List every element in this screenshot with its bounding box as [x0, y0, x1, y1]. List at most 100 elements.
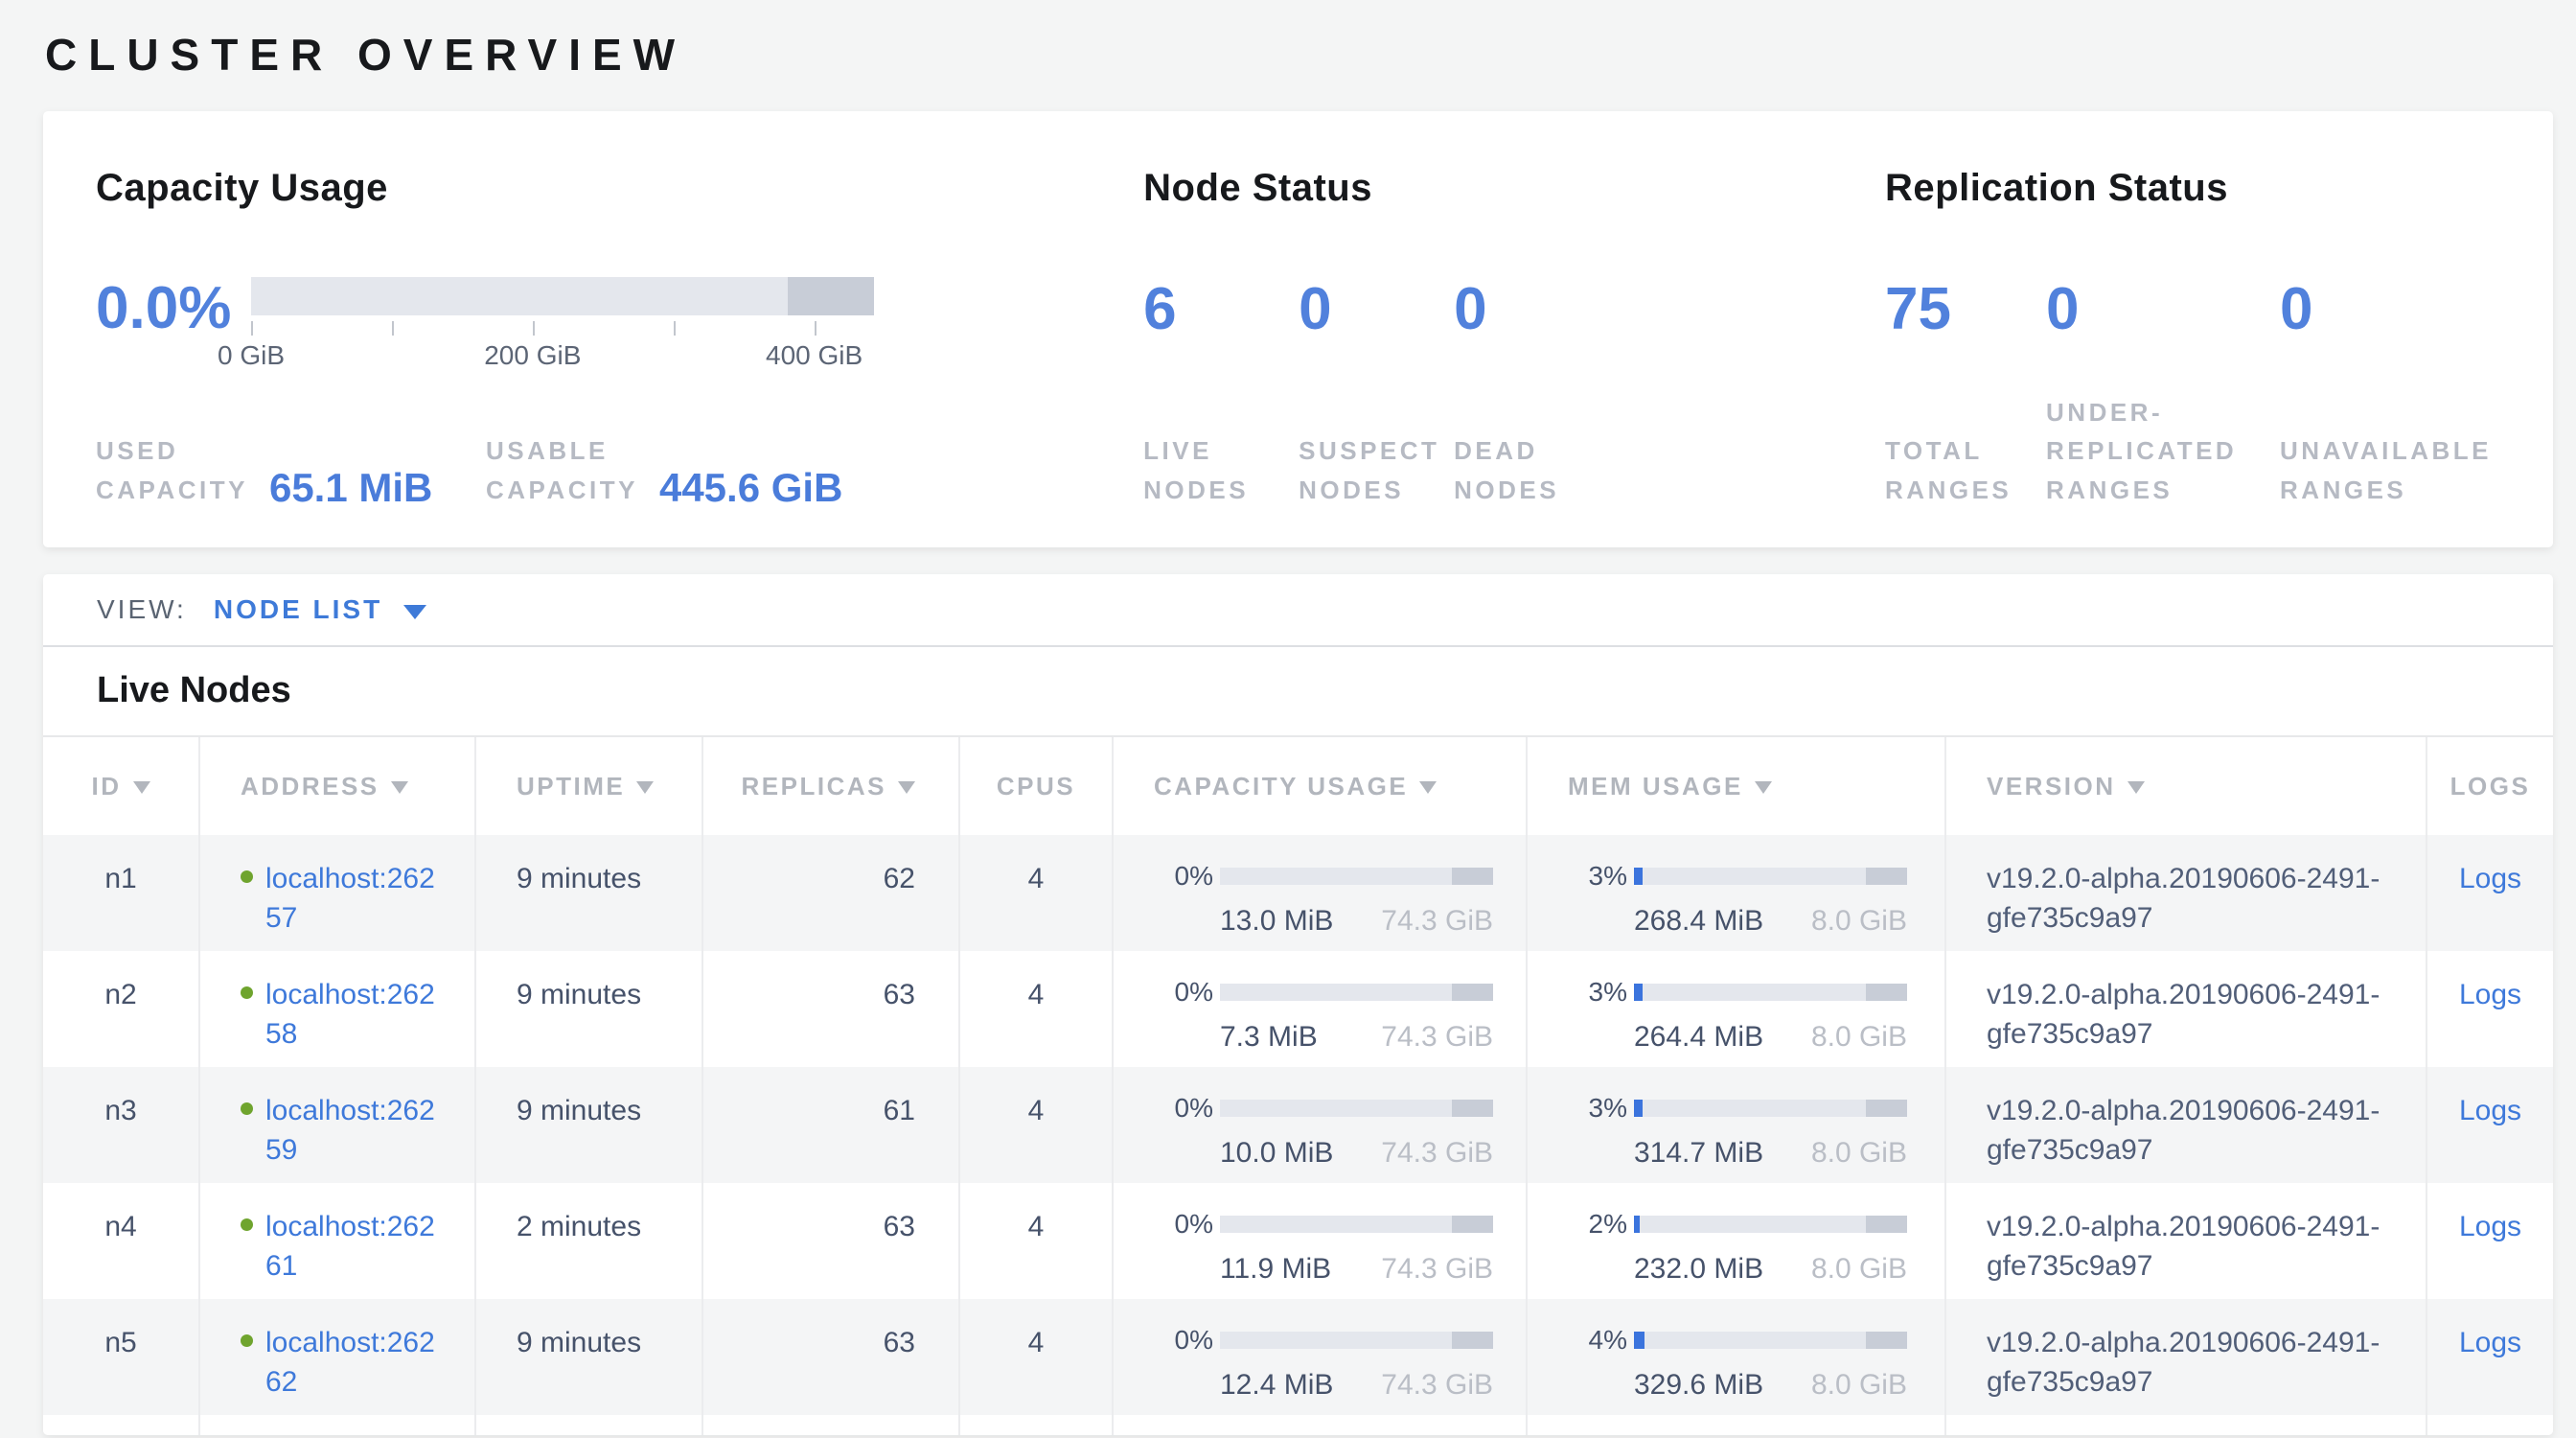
- node-id-cell: n2: [43, 951, 200, 1067]
- node-address-link[interactable]: localhost:26261: [265, 1208, 443, 1286]
- axis-tick: [251, 321, 253, 336]
- view-toolbar: VIEW: NODE LIST: [43, 574, 2553, 647]
- version-cell: v19.2.0-alpha.20190606-2491-gfe735c9a97: [1946, 1183, 2427, 1299]
- capacity-axis-labels: 0 GiB 200 GiB 400 GiB: [251, 340, 874, 371]
- logs-link[interactable]: Logs: [2459, 979, 2521, 1010]
- column-header-cpus: CPUS: [960, 737, 1114, 835]
- uptime-cell: 9 minutes: [476, 951, 703, 1067]
- table-header-row: ID ADDRESS UPTIME REPLICAS CPUS CAPACITY…: [43, 735, 2553, 835]
- column-header-uptime[interactable]: UPTIME: [476, 737, 703, 835]
- capacity-usage-cell: 0% 7.3 MiB 74.3 GiB: [1114, 951, 1528, 1067]
- view-label: VIEW:: [97, 594, 187, 625]
- mem-bar-endcap: [1866, 1216, 1907, 1233]
- node-address-link[interactable]: localhost:26262: [265, 1324, 443, 1402]
- capacity-percent-label: 0%: [1154, 858, 1213, 894]
- table-row-partial: [43, 1415, 2553, 1435]
- uptime-cell: 2 minutes: [476, 1183, 703, 1299]
- column-header-mem-usage[interactable]: MEM USAGE: [1528, 737, 1946, 835]
- column-header-version[interactable]: VERSION: [1946, 737, 2427, 835]
- column-label: MEM USAGE: [1568, 772, 1743, 801]
- logs-link[interactable]: Logs: [2459, 1327, 2521, 1358]
- column-header-address[interactable]: ADDRESS: [200, 737, 476, 835]
- empty-cell: [43, 1415, 200, 1435]
- live-status-dot-icon: [241, 1218, 253, 1231]
- node-status-labels: LIVE NODES SUSPECT NODES DEAD NODES: [1143, 431, 1885, 509]
- logs-link[interactable]: Logs: [2459, 1211, 2521, 1242]
- live-nodes-heading: Live Nodes: [97, 670, 2553, 711]
- dead-nodes-count: 0: [1454, 277, 1609, 342]
- replication-labels: TOTAL RANGES UNDER-REPLICATED RANGES UNA…: [1885, 393, 2515, 509]
- live-status-dot-icon: [241, 1102, 253, 1115]
- mem-bar-endcap: [1866, 984, 1907, 1001]
- cluster-overview-page: CLUSTER OVERVIEW Capacity Usage 0.0%: [0, 0, 2576, 1435]
- node-status-section: Node Status 6 0 0 LIVE NODES SUSPECT NOD…: [1143, 167, 1885, 509]
- suspect-nodes-count: 0: [1299, 277, 1454, 342]
- table-row: n1 localhost:26257 9 minutes 62 4 0%: [43, 835, 2553, 951]
- capacity-gauge: 0.0% 0 GiB 200 GiB 400: [96, 277, 1143, 371]
- capacity-used-value: 13.0 MiB: [1220, 902, 1333, 941]
- capacity-percent-label: 0%: [1154, 1206, 1213, 1242]
- capacity-usage-cell: 0% 11.9 MiB 74.3 GiB: [1114, 1183, 1528, 1299]
- capacity-stats-row: USED CAPACITY 65.1 MiB USABLE CAPACITY 4…: [96, 431, 1143, 509]
- mem-bar-fill: [1634, 868, 1643, 885]
- capacity-total-value: 74.3 GiB: [1381, 1366, 1493, 1405]
- axis-tick: [815, 321, 816, 336]
- capacity-usage-section: Capacity Usage 0.0% 0 GiB: [96, 167, 1143, 509]
- dead-nodes-label: DEAD NODES: [1454, 431, 1609, 509]
- total-ranges-label: TOTAL RANGES: [1885, 431, 2046, 509]
- sort-arrow-icon: [1419, 781, 1437, 794]
- total-ranges-count: 75: [1885, 277, 2046, 342]
- live-status-dot-icon: [241, 870, 253, 883]
- axis-tick: [674, 321, 676, 336]
- table-row: n2 localhost:26258 9 minutes 63 4 0%: [43, 951, 2553, 1067]
- mem-bar-fill: [1634, 1216, 1640, 1233]
- column-header-replicas[interactable]: REPLICAS: [703, 737, 960, 835]
- sort-arrow-icon: [391, 781, 408, 794]
- replicas-cell: 61: [703, 1067, 960, 1183]
- capacity-usage-cell: 0% 13.0 MiB 74.3 GiB: [1114, 835, 1528, 951]
- column-header-id[interactable]: ID: [43, 737, 200, 835]
- empty-cell: [960, 1415, 1114, 1435]
- replicas-cell: 62: [703, 835, 960, 951]
- column-label: ID: [92, 772, 122, 801]
- node-status-heading: Node Status: [1143, 167, 1885, 210]
- node-address-link[interactable]: localhost:26259: [265, 1092, 443, 1170]
- view-selected-value: NODE LIST: [214, 594, 382, 625]
- stat-label-line: USABLE: [486, 431, 638, 470]
- replication-numbers: 75 0 0: [1885, 277, 2515, 342]
- view-selector-dropdown[interactable]: NODE LIST: [214, 594, 426, 625]
- logs-link[interactable]: Logs: [2459, 863, 2521, 894]
- mem-percent-label: 3%: [1568, 974, 1627, 1010]
- live-nodes-label: LIVE NODES: [1143, 431, 1299, 509]
- mem-total-value: 8.0 GiB: [1811, 1018, 1907, 1057]
- logs-link[interactable]: Logs: [2459, 1095, 2521, 1126]
- mem-usage-bar: [1634, 1332, 1907, 1349]
- version-cell: v19.2.0-alpha.20190606-2491-gfe735c9a97: [1946, 1067, 2427, 1183]
- version-cell: v19.2.0-alpha.20190606-2491-gfe735c9a97: [1946, 835, 2427, 951]
- version-text: v19.2.0-alpha.20190606-2491-gfe735c9a97: [1987, 860, 2406, 938]
- axis-label: 0 GiB: [218, 340, 285, 371]
- unavailable-ranges-count: 0: [2280, 277, 2515, 342]
- live-nodes-heading-zone: Live Nodes: [43, 647, 2553, 735]
- capacity-usage-bar: [1220, 868, 1493, 885]
- node-address-link[interactable]: localhost:26257: [265, 860, 443, 938]
- node-address-cell: localhost:26259: [200, 1067, 476, 1183]
- capacity-usage-cell: 0% 12.4 MiB 74.3 GiB: [1114, 1299, 1528, 1415]
- capacity-gauge-endcap: [788, 277, 874, 315]
- axis-tick: [533, 321, 535, 336]
- capacity-total-value: 74.3 GiB: [1381, 1250, 1493, 1289]
- mem-usage-bar: [1634, 868, 1907, 885]
- usable-capacity-value: 445.6 GiB: [659, 467, 842, 509]
- mem-usage-cell: 3% 314.7 MiB 8.0 GiB: [1528, 1067, 1946, 1183]
- node-address-link[interactable]: localhost:26258: [265, 976, 443, 1054]
- node-address-cell: localhost:26262: [200, 1299, 476, 1415]
- mem-percent-label: 4%: [1568, 1322, 1627, 1358]
- replication-status-heading: Replication Status: [1885, 167, 2515, 210]
- live-status-dot-icon: [241, 1334, 253, 1347]
- column-header-capacity-usage[interactable]: CAPACITY USAGE: [1114, 737, 1528, 835]
- stat-label-line: CAPACITY: [96, 471, 248, 509]
- mem-bar-endcap: [1866, 1100, 1907, 1117]
- uptime-cell: 9 minutes: [476, 1067, 703, 1183]
- column-label: ADDRESS: [241, 772, 380, 801]
- live-nodes-count: 6: [1143, 277, 1299, 342]
